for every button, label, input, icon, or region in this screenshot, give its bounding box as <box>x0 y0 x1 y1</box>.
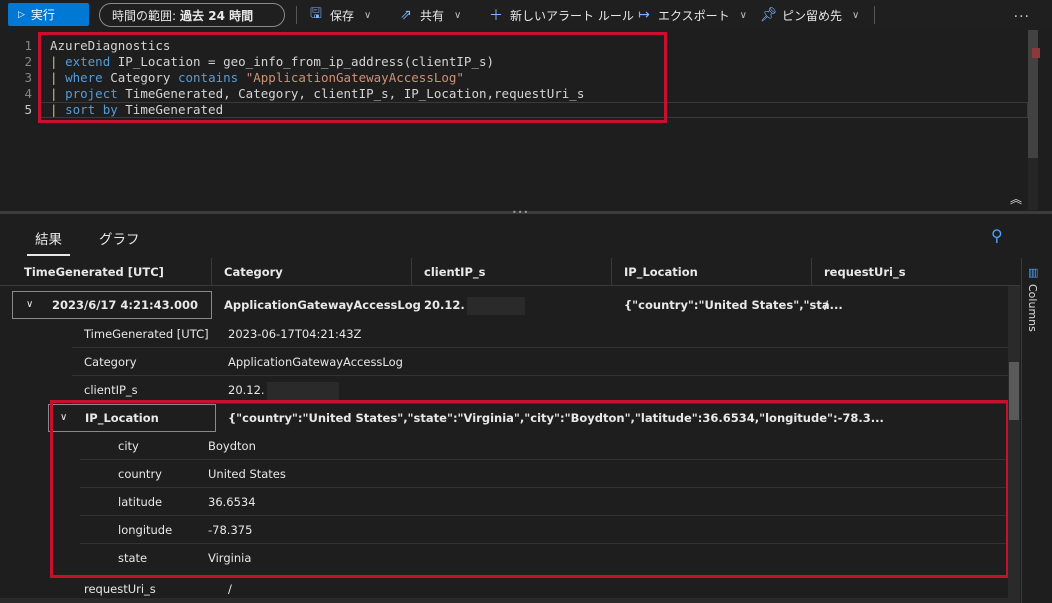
field-key: latitude <box>118 495 163 509</box>
query-editor[interactable]: 1 2 3 4 5 AzureDiagnostics | extend IP_L… <box>0 30 1052 210</box>
table-header: TimeGenerated [UTC] Category clientIP_s … <box>0 258 1020 286</box>
chevron-down-icon: ∨ <box>852 9 860 21</box>
horizontal-scrollbar[interactable] <box>0 598 1008 603</box>
table-row[interactable]: ∨ 2023/6/17 4:21:43.000 ApplicationGatew… <box>12 291 1008 321</box>
code-line: | extend IP_Location = geo_info_from_ip_… <box>50 54 495 69</box>
expand-chevron-icon[interactable]: ∨ <box>26 291 33 319</box>
run-button[interactable]: ▷ 実行 <box>8 3 89 26</box>
cell-timegenerated: 2023/6/17 4:21:43.000 <box>52 298 198 312</box>
chevron-down-icon: ∨ <box>364 9 372 21</box>
new-alert-rule-button[interactable]: ＋ 新しいアラート ルール <box>488 0 634 30</box>
chevron-down-icon: ∨ <box>739 9 747 21</box>
editor-scrollbar[interactable] <box>1028 30 1040 210</box>
cell-category: ApplicationGatewayAccessLog <box>224 298 421 312</box>
share-label: 共有 <box>420 8 445 23</box>
line-number-gutter: 1 2 3 4 5 <box>0 38 36 118</box>
column-header-requesturi[interactable]: requestUri_s <box>812 258 1008 286</box>
time-range-value: 過去 24 時間 <box>180 8 254 23</box>
toolbar: ▷ 実行 時間の範囲: 過去 24 時間 🖫 保存 ∨ ⇗ 共有 ∨ ＋ 新しい… <box>0 0 1052 30</box>
ip-location-field: longitude -78.375 <box>80 516 1008 544</box>
splitter-handle-icon[interactable]: ••• <box>512 208 529 217</box>
new-alert-label: 新しいアラート ルール <box>510 8 634 23</box>
detail-row: TimeGenerated [UTC] 2023-06-17T04:21:43Z <box>72 320 1008 348</box>
code-line: AzureDiagnostics <box>50 38 171 53</box>
result-tabs: 結果 グラフ <box>0 222 1020 256</box>
field-key: country <box>118 467 162 481</box>
toolbar-divider <box>296 6 297 24</box>
tab-results[interactable]: 結果 <box>27 228 70 256</box>
share-icon: ⇗ <box>400 7 412 23</box>
detail-key: clientIP_s <box>84 383 138 397</box>
column-header-clientip[interactable]: clientIP_s <box>412 258 612 286</box>
ip-location-field: city Boydton <box>80 432 1008 460</box>
field-value: Boydton <box>208 439 256 453</box>
ip-location-field: state Virginia <box>80 544 1008 572</box>
field-value: United States <box>208 467 286 481</box>
pin-to-button[interactable]: 📌︎ ピン留め先 ∨ <box>760 0 859 30</box>
time-range-label: 時間の範囲: <box>112 8 177 23</box>
field-key: city <box>118 439 139 453</box>
tab-chart[interactable]: グラフ <box>99 228 140 248</box>
redacted-mask <box>266 381 339 400</box>
share-button[interactable]: ⇗ 共有 ∨ <box>398 0 461 30</box>
line-number: 2 <box>24 54 32 69</box>
field-key: longitude <box>118 523 173 537</box>
export-label: エクスポート <box>658 8 730 23</box>
detail-value: 2023-06-17T04:21:43Z <box>228 327 362 341</box>
cell-ip-location: {"country":"United States","sta... <box>624 298 843 312</box>
code-line: | where Category contains "ApplicationGa… <box>50 70 464 85</box>
ip-location-field: country United States <box>80 460 1008 488</box>
pin-icon: 📌︎ <box>760 7 778 23</box>
expand-chevron-icon[interactable]: ∨ <box>60 404 67 432</box>
line-number: 1 <box>24 38 32 53</box>
toolbar-divider <box>874 6 875 24</box>
redacted-mask <box>466 296 525 315</box>
run-label: 実行 <box>30 8 55 22</box>
columns-panel[interactable]: ▥ Columns <box>1021 258 1052 603</box>
chevron-down-icon: ∨ <box>454 9 462 21</box>
columns-icon: ▥ <box>1028 266 1039 279</box>
field-value: Virginia <box>208 551 252 565</box>
time-range-button[interactable]: 時間の範囲: 過去 24 時間 <box>99 3 285 27</box>
pin-label: ピン留め先 <box>782 8 843 23</box>
save-label: 保存 <box>330 8 355 23</box>
column-header-ip-location[interactable]: IP_Location <box>612 258 812 286</box>
line-number: 5 <box>24 102 32 117</box>
cell-clientip: 20.12. <box>424 291 525 319</box>
detail-row: clientIP_s 20.12. <box>72 376 1008 404</box>
ip-location-value: {"country":"United States","state":"Virg… <box>228 411 884 425</box>
line-number: 3 <box>24 70 32 85</box>
results-scrollbar-thumb[interactable] <box>1009 362 1019 420</box>
column-header-category[interactable]: Category <box>212 258 412 286</box>
search-icon[interactable]: ⚲ <box>991 226 1003 245</box>
more-options-button[interactable]: ... <box>1014 5 1030 21</box>
code-line: | sort by TimeGenerated <box>50 102 224 117</box>
field-value: 36.6534 <box>208 495 256 509</box>
scrollbar-marker <box>1032 48 1040 58</box>
detail-key: TimeGenerated [UTC] <box>84 327 209 341</box>
ip-location-key: IP_Location <box>85 411 159 425</box>
detail-value: 20.12. <box>228 376 339 404</box>
plus-icon: ＋ <box>489 8 503 24</box>
field-value: -78.375 <box>208 523 253 537</box>
code-line: | project TimeGenerated, Category, clien… <box>50 86 585 101</box>
save-button[interactable]: 🖫 保存 ∨ <box>308 0 371 30</box>
save-icon: 🖫 <box>310 6 322 22</box>
query-code[interactable]: AzureDiagnostics | extend IP_Location = … <box>50 38 584 118</box>
line-number: 4 <box>24 86 32 101</box>
field-key: state <box>118 551 148 565</box>
column-header-timegenerated[interactable]: TimeGenerated [UTC] <box>12 258 212 286</box>
detail-key: Category <box>84 355 137 369</box>
ip-location-field: latitude 36.6534 <box>80 488 1008 516</box>
detail-value: ApplicationGatewayAccessLog <box>228 355 403 369</box>
collapse-editor-icon[interactable]: ︽ <box>1010 190 1022 207</box>
detail-row: Category ApplicationGatewayAccessLog <box>72 348 1008 376</box>
export-icon: ↦ <box>638 7 650 23</box>
cell-requesturi: / <box>824 298 829 312</box>
results-scrollbar[interactable] <box>1008 286 1020 603</box>
columns-label: Columns <box>1026 284 1039 332</box>
play-icon: ▷ <box>18 9 25 20</box>
export-button[interactable]: ↦ エクスポート ∨ <box>636 0 747 30</box>
ip-location-row[interactable]: ∨ IP_Location {"country":"United States"… <box>48 404 1008 432</box>
